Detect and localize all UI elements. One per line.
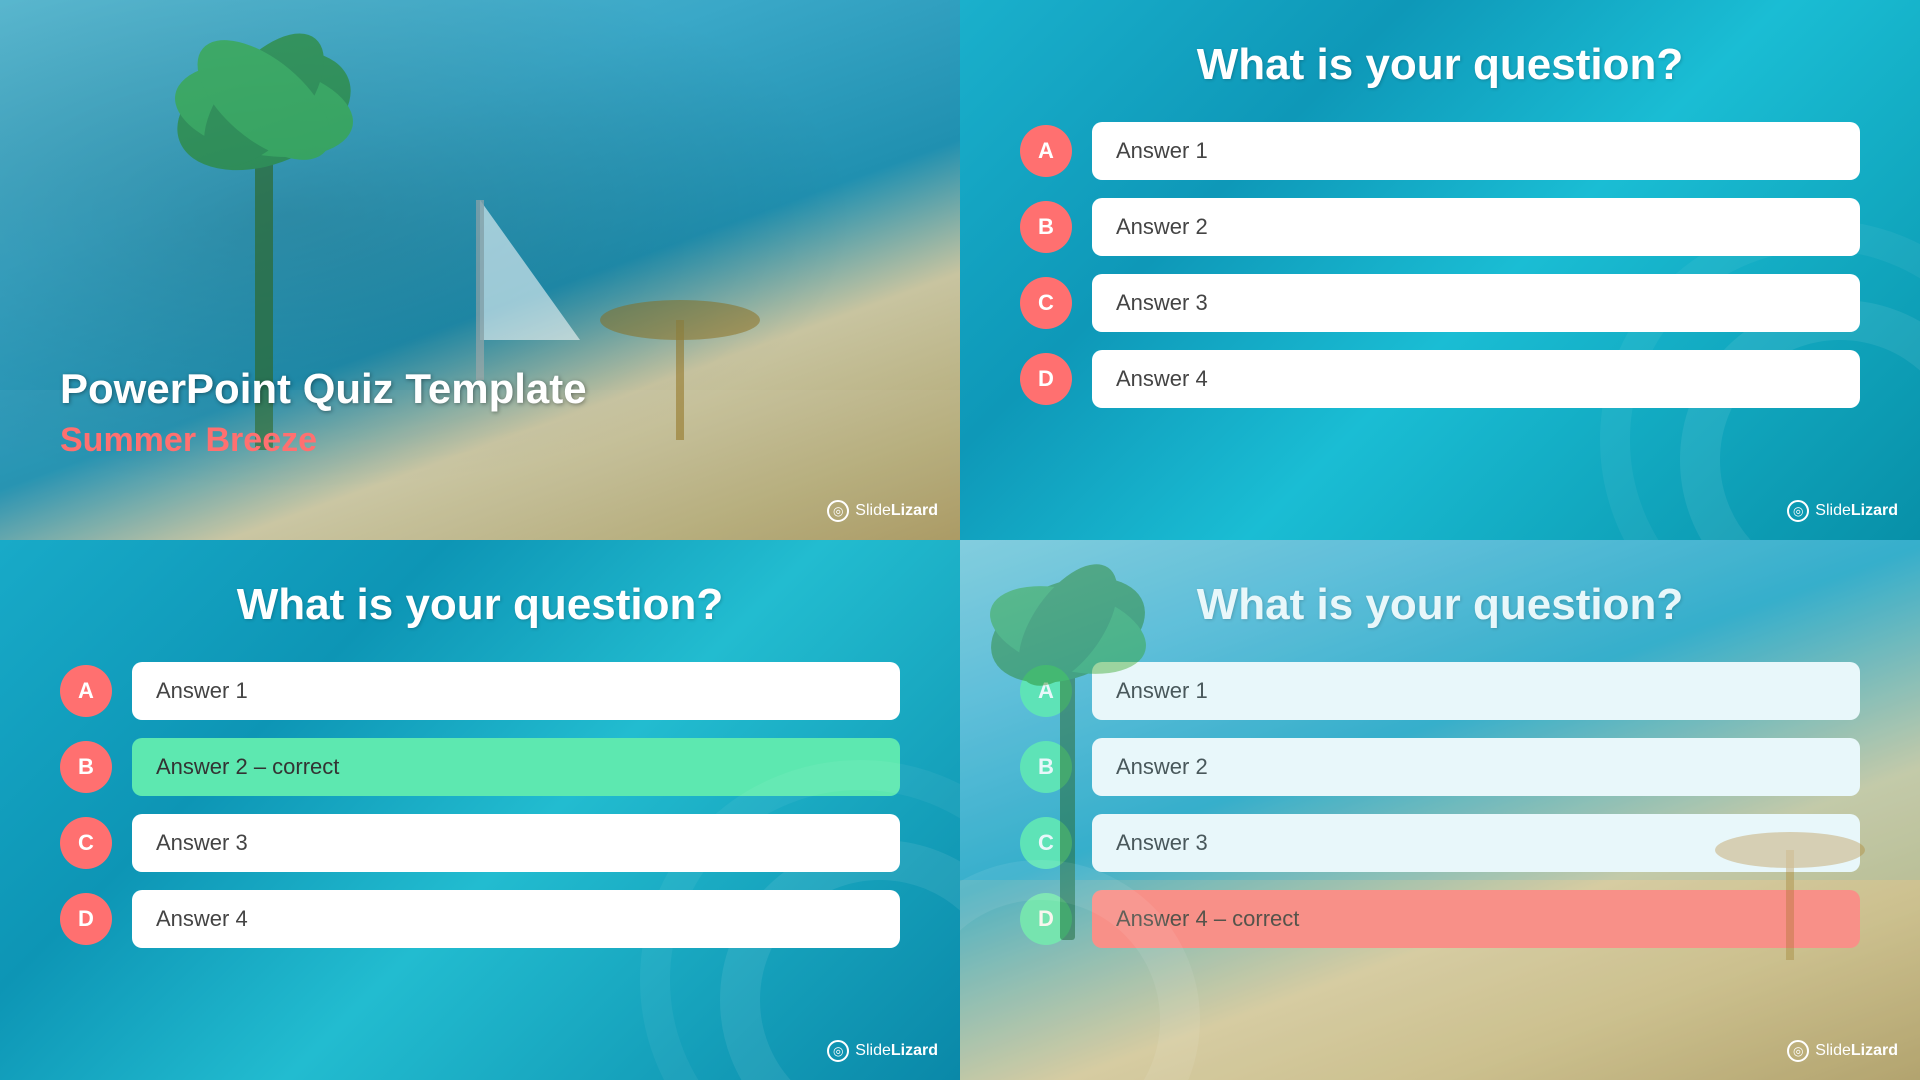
slide3-logo-text: SlideLizard [855,1042,938,1060]
badge-a: A [60,665,112,717]
badge-b: B [1020,201,1072,253]
slide4-logo: ◎ SlideLizard [1787,1040,1898,1062]
answer-box-a[interactable]: Answer 1 [132,662,900,720]
badge-b: B [60,741,112,793]
slide4-logo-text: SlideLizard [1815,1042,1898,1060]
slide-2-quiz: What is your question? A Answer 1 B Answ… [960,0,1920,540]
slide2-logo: ◎ SlideLizard [1787,500,1898,522]
slide3-logo-icon: ◎ [827,1040,849,1062]
slide1-main-title: PowerPoint Quiz Template [60,365,587,413]
slide3-logo: ◎ SlideLizard [827,1040,938,1062]
badge-d: D [60,893,112,945]
badge-a: A [1020,125,1072,177]
slide1-logo-text: SlideLizard [855,502,938,520]
badge-c: C [60,817,112,869]
answer-box-a[interactable]: Answer 1 [1092,122,1860,180]
badge-c: C [1020,277,1072,329]
answer-row-a: A Answer 1 [1020,122,1860,180]
slide1-logo: ◎ SlideLizard [827,500,938,522]
slide1-content: PowerPoint Quiz Template Summer Breeze [60,365,587,460]
slide-4-quiz-correct-d: What is your question? A Answer 1 B Answ… [960,540,1920,1080]
badge-d: D [1020,353,1072,405]
slide2-logo-icon: ◎ [1787,500,1809,522]
slide1-logo-icon: ◎ [827,500,849,522]
slide3-question: What is your question? [237,580,723,630]
slide-3-quiz-correct-b: What is your question? A Answer 1 B Answ… [0,540,960,1080]
slide2-question: What is your question? [1197,40,1683,90]
answer-row-a: A Answer 1 [60,662,900,720]
slide4-logo-icon: ◎ [1787,1040,1809,1062]
slide-1-title: PowerPoint Quiz Template Summer Breeze ◎… [0,0,960,540]
slide1-subtitle: Summer Breeze [60,421,587,460]
slide2-logo-text: SlideLizard [1815,502,1898,520]
